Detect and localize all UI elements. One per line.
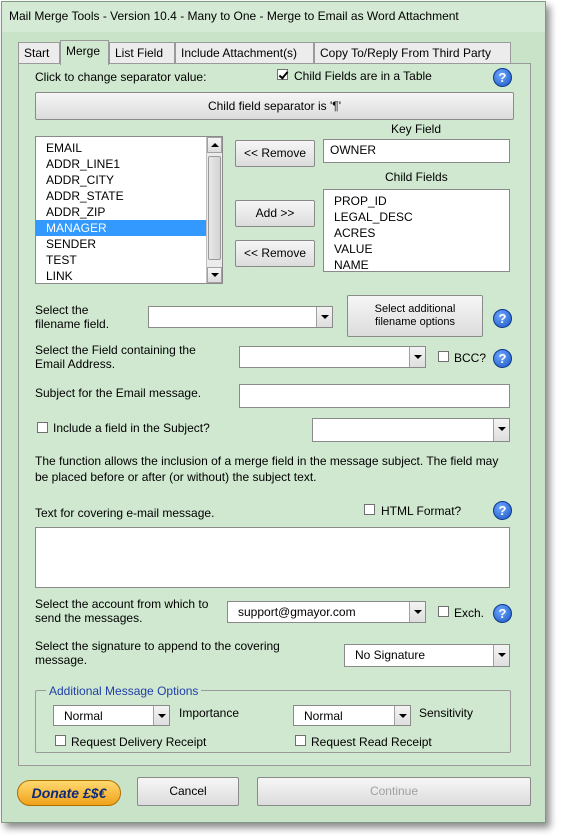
separator-prompt: Click to change separator value: xyxy=(35,70,207,84)
tab-include-attachments[interactable]: Include Attachment(s) xyxy=(175,42,314,64)
importance-value: Normal xyxy=(64,709,103,723)
list-item[interactable]: EMAIL xyxy=(36,140,222,156)
account-label: Select the account from which to send th… xyxy=(35,597,209,625)
mail-merge-window: Mail Merge Tools - Version 10.4 - Many t… xyxy=(1,1,546,823)
child-fields-list[interactable]: PROP_ID LEGAL_DESC ACRES VALUE NAME xyxy=(323,189,510,272)
key-field-label: Key Field xyxy=(391,122,442,136)
chevron-down-icon[interactable] xyxy=(493,419,509,441)
remove-child-button[interactable]: << Remove xyxy=(235,240,315,267)
chevron-down-icon[interactable] xyxy=(153,706,169,725)
key-field-input[interactable]: OWNER xyxy=(323,139,510,163)
help-icon[interactable]: ? xyxy=(493,349,512,368)
chevron-down-icon[interactable] xyxy=(409,347,425,367)
signature-combo[interactable]: No Signature xyxy=(344,644,510,667)
available-fields-list[interactable]: EMAIL ADDR_LINE1 ADDR_CITY ADDR_STATE ADDR_Z… xyxy=(35,136,223,284)
tab-start[interactable]: Start xyxy=(18,42,60,64)
read-receipt-checkbox[interactable] xyxy=(295,735,306,746)
email-field-combo[interactable] xyxy=(239,346,426,368)
child-table-checkbox[interactable] xyxy=(277,69,288,80)
help-icon[interactable]: ? xyxy=(493,604,512,623)
list-item[interactable]: ADDR_CITY xyxy=(36,172,222,188)
chevron-down-icon[interactable] xyxy=(316,307,332,327)
child-table-label: Child Fields are in a Table xyxy=(294,69,432,83)
signature-value: No Signature xyxy=(355,648,426,662)
account-value: support@gmayor.com xyxy=(238,605,356,619)
exch-label: Exch. xyxy=(454,606,485,620)
help-icon[interactable]: ? xyxy=(493,309,512,328)
email-field-label: Select the Field containing the Email Ad… xyxy=(35,343,196,371)
list-item[interactable]: ACRES xyxy=(324,225,509,241)
html-format-label: HTML Format? xyxy=(381,504,462,518)
subject-label: Subject for the Email message. xyxy=(35,386,202,400)
filename-options-button[interactable]: Select additional filename options xyxy=(347,295,483,337)
sensitivity-combo[interactable]: Normal xyxy=(293,705,411,726)
child-fields-label: Child Fields xyxy=(385,170,448,184)
tab-list-field[interactable]: List Field xyxy=(109,42,175,64)
filename-label: Select the filename field. xyxy=(35,303,110,331)
list-item[interactable]: NAME xyxy=(324,257,509,271)
bcc-checkbox[interactable] xyxy=(438,351,449,362)
scroll-up-icon[interactable] xyxy=(207,137,222,153)
list-item[interactable]: TEST xyxy=(36,252,222,268)
list-item[interactable]: ADDR_ZIP xyxy=(36,204,222,220)
list-item[interactable]: MANAGER xyxy=(36,220,222,236)
donate-button[interactable]: Donate £$€ xyxy=(17,780,121,806)
delivery-receipt-label: Request Delivery Receipt xyxy=(71,735,207,749)
include-field-combo[interactable] xyxy=(312,418,510,442)
read-receipt-label: Request Read Receipt xyxy=(311,735,432,749)
list-item[interactable]: LINK xyxy=(36,268,222,283)
separator-button[interactable]: Child field separator is '¶' xyxy=(35,92,514,120)
chevron-down-icon[interactable] xyxy=(493,645,509,666)
list-item[interactable]: ADDR_STATE xyxy=(36,188,222,204)
remove-key-button[interactable]: << Remove xyxy=(235,140,315,167)
list-item[interactable]: SENDER xyxy=(36,236,222,252)
covering-text-label: Text for covering e-mail message. xyxy=(35,506,215,520)
options-group-title: Additional Message Options xyxy=(46,684,202,698)
sensitivity-label: Sensitivity xyxy=(419,706,474,720)
list-item[interactable]: PROP_ID xyxy=(324,193,509,209)
help-icon[interactable]: ? xyxy=(493,68,512,87)
exch-checkbox[interactable] xyxy=(438,606,449,617)
subject-input[interactable] xyxy=(239,384,510,408)
list-item[interactable]: VALUE xyxy=(324,241,509,257)
continue-button[interactable]: Continue xyxy=(257,777,531,806)
covering-text-area[interactable] xyxy=(35,527,510,588)
signature-label: Select the signature to append to the co… xyxy=(35,639,280,667)
importance-combo[interactable]: Normal xyxy=(53,705,170,726)
tab-merge[interactable]: Merge xyxy=(60,40,109,65)
bcc-label: BCC? xyxy=(454,351,487,365)
importance-label: Importance xyxy=(179,706,240,720)
html-format-checkbox[interactable] xyxy=(364,504,375,515)
sensitivity-value: Normal xyxy=(304,709,343,723)
scroll-thumb[interactable] xyxy=(208,156,221,260)
window-title: Mail Merge Tools - Version 10.4 - Many t… xyxy=(2,2,545,32)
cancel-button[interactable]: Cancel xyxy=(137,777,239,806)
include-field-label: Include a field in the Subject? xyxy=(53,421,210,435)
account-combo[interactable]: support@gmayor.com xyxy=(227,601,426,623)
include-field-checkbox[interactable] xyxy=(37,422,48,433)
list-scrollbar[interactable] xyxy=(206,137,222,283)
info-text: The function allows the inclusion of a m… xyxy=(35,454,499,484)
list-item[interactable]: ADDR_LINE1 xyxy=(36,156,222,172)
scroll-down-icon[interactable] xyxy=(207,267,222,283)
help-icon[interactable]: ? xyxy=(493,501,512,520)
chevron-down-icon[interactable] xyxy=(394,706,410,725)
filename-combo[interactable] xyxy=(148,306,333,328)
merge-panel: Click to change separator value: Child F… xyxy=(18,63,531,766)
list-item[interactable]: LEGAL_DESC xyxy=(324,209,509,225)
tab-copy-to-reply[interactable]: Copy To/Reply From Third Party xyxy=(314,42,511,64)
chevron-down-icon[interactable] xyxy=(409,602,425,622)
delivery-receipt-checkbox[interactable] xyxy=(55,735,66,746)
add-field-button[interactable]: Add >> xyxy=(235,200,315,227)
